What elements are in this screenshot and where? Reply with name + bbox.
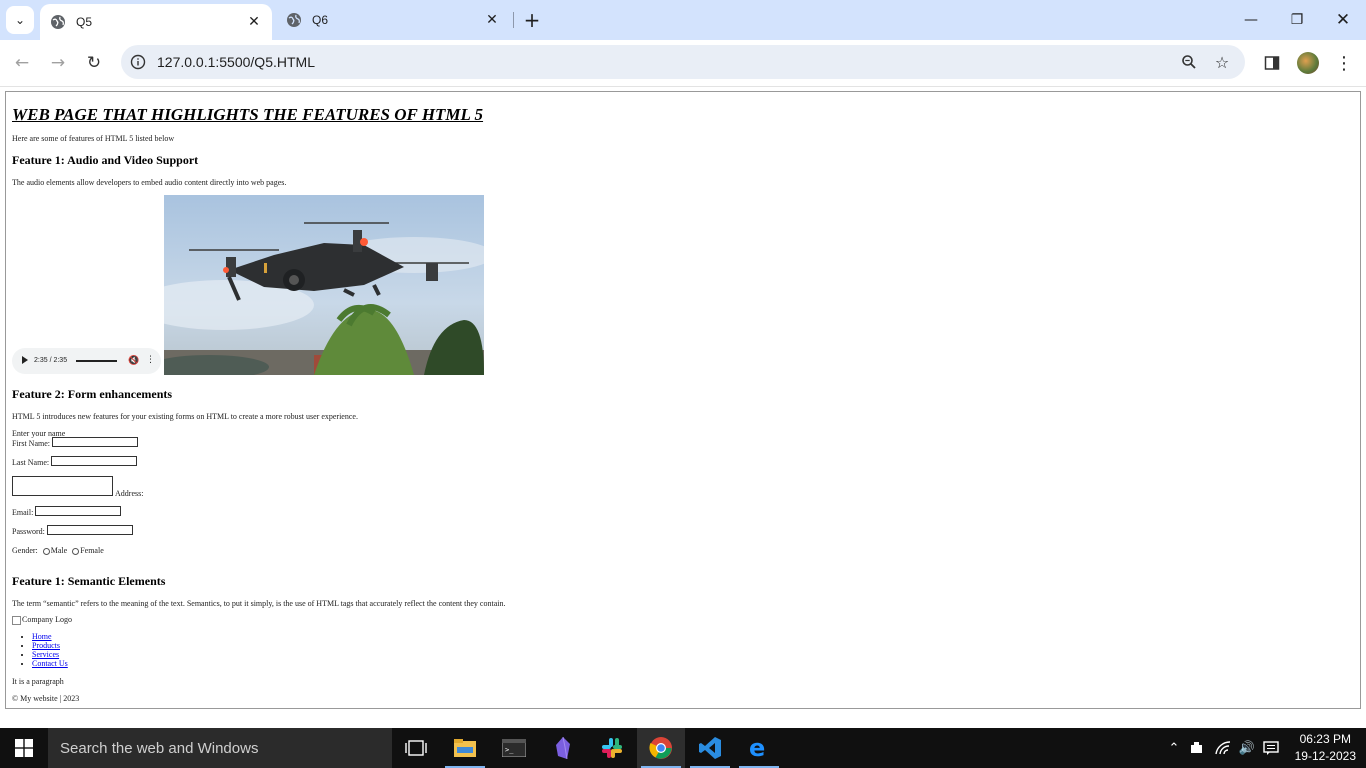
tab-separator (513, 12, 514, 28)
nav-link-contact[interactable]: Contact Us (32, 659, 68, 668)
volume-icon[interactable]: 🔊 (1236, 728, 1258, 768)
show-hidden-icons-icon[interactable]: ⌃ (1164, 728, 1184, 768)
more-options-icon[interactable]: ⋮ (146, 355, 155, 365)
play-icon[interactable] (22, 356, 28, 364)
feature1-text: The audio elements allow developers to e… (12, 178, 287, 187)
female-label: Female (80, 546, 104, 555)
gender-label: Gender: (12, 546, 38, 555)
address-textarea[interactable] (12, 476, 113, 496)
logo-alt-text: Company Logo (22, 615, 72, 624)
audio-progress-slider[interactable] (76, 360, 117, 362)
taskbar-search[interactable]: Search the web and Windows (48, 728, 392, 768)
terminal-icon[interactable]: >_ (490, 728, 538, 768)
battery-icon[interactable] (1186, 728, 1208, 768)
clock[interactable]: 06:23 PM 19-12-2023 (1295, 731, 1356, 765)
feature2-text: HTML 5 introduces new features for your … (12, 412, 358, 421)
globe-icon (51, 15, 65, 29)
list-item: Contact Us (32, 659, 68, 668)
browser-toolbar: ← → ↻ 127.0.0.1:5500/Q5.HTML ☆ ⋮ (0, 40, 1366, 87)
minimize-button[interactable]: — (1228, 0, 1274, 40)
zoom-icon[interactable] (1179, 52, 1199, 72)
nav-link-home[interactable]: Home (32, 632, 52, 641)
company-logo: Company Logo (12, 615, 72, 625)
chevron-down-icon: ⌄ (14, 13, 26, 27)
slack-icon[interactable] (588, 728, 636, 768)
gender-row: Gender: Male Female (12, 546, 104, 555)
obsidian-icon[interactable] (539, 728, 587, 768)
list-item: Home (32, 632, 68, 641)
password-input[interactable] (47, 525, 133, 535)
tab-strip: ⌄ Q5 ✕ Q6 ✕ + — ❐ ✕ (0, 0, 1366, 40)
footer-text: © My website | 2023 (12, 694, 80, 703)
clock-date: 19-12-2023 (1294, 749, 1356, 763)
first-name-label: First Name: (12, 439, 50, 448)
reload-button[interactable]: ↻ (78, 47, 110, 79)
feature2-heading: Feature 2: Form enhancements (12, 387, 173, 401)
male-radio[interactable] (42, 547, 50, 555)
windows-icon (15, 739, 33, 757)
nav-list: Home Products Services Contact Us (12, 632, 68, 668)
task-view-icon[interactable] (392, 728, 440, 768)
male-label: Male (50, 546, 68, 555)
page-title: WEB PAGE THAT HIGHLIGHTS THE FEATURES OF… (12, 105, 484, 124)
first-name-input[interactable] (52, 437, 138, 447)
tab-title: Q6 (312, 13, 329, 27)
nav-link-services[interactable]: Services (32, 650, 59, 659)
last-name-label: Last Name: (12, 458, 50, 467)
last-name-input[interactable] (51, 456, 137, 466)
tab-search-button[interactable]: ⌄ (6, 6, 34, 34)
svg-text:e: e (749, 737, 765, 759)
mute-icon[interactable]: 🔇 (128, 356, 139, 366)
feature3-heading: Feature 1: Semantic Elements (12, 574, 166, 588)
forward-button[interactable]: → (42, 47, 74, 79)
notifications-icon[interactable] (1260, 728, 1282, 768)
svg-text:>_: >_ (505, 746, 514, 754)
tab-q6[interactable]: Q6 ✕ (276, 0, 510, 40)
address-bar[interactable]: 127.0.0.1:5500/Q5.HTML ☆ (121, 45, 1245, 79)
paragraph-text: It is a paragraph (12, 677, 64, 686)
url-text[interactable]: 127.0.0.1:5500/Q5.HTML (157, 54, 315, 70)
audio-player[interactable]: 2:35 / 2:35 🔇 ⋮ (12, 348, 161, 374)
address-label: Address: (115, 489, 144, 498)
wifi-icon[interactable] (1212, 728, 1234, 768)
feature1-heading: Feature 1: Audio and Video Support (12, 153, 199, 167)
email-label: Email: (12, 508, 34, 517)
close-icon[interactable]: ✕ (244, 12, 264, 32)
drone-image (164, 195, 484, 375)
list-item: Services (32, 650, 68, 659)
email-input[interactable] (35, 506, 121, 516)
audio-time: 2:35 / 2:35 (34, 357, 68, 364)
globe-icon (287, 13, 301, 27)
profile-avatar[interactable] (1293, 48, 1323, 78)
edge-icon[interactable]: e (735, 728, 783, 768)
avatar (1297, 52, 1319, 74)
tab-title: Q5 (76, 15, 93, 29)
close-icon[interactable]: ✕ (482, 10, 502, 30)
page-viewport: WEB PAGE THAT HIGHLIGHTS THE FEATURES OF… (0, 87, 1366, 728)
start-button[interactable] (0, 728, 48, 768)
back-button[interactable]: ← (6, 47, 38, 79)
intro-text: Here are some of features of HTML 5 list… (12, 134, 175, 143)
vscode-icon[interactable] (686, 728, 734, 768)
close-window-button[interactable]: ✕ (1320, 0, 1366, 40)
star-icon[interactable]: ☆ (1212, 52, 1232, 72)
side-panel-icon[interactable] (1257, 48, 1287, 78)
broken-image-icon (12, 615, 21, 625)
nav-link-products[interactable]: Products (32, 641, 60, 650)
taskbar: Search the web and Windows >_ e ⌃ 🔊 06:2… (0, 728, 1366, 768)
file-explorer-icon[interactable] (441, 728, 489, 768)
info-icon[interactable] (129, 53, 147, 71)
clock-time: 06:23 PM (1299, 732, 1351, 746)
menu-icon[interactable]: ⋮ (1329, 48, 1359, 78)
tab-q5[interactable]: Q5 ✕ (40, 4, 272, 40)
female-radio[interactable] (72, 547, 80, 555)
new-tab-button[interactable]: + (520, 8, 544, 32)
feature3-text: The term “semantic” refers to the meanin… (12, 599, 506, 608)
list-item: Products (32, 641, 68, 650)
search-placeholder: Search the web and Windows (60, 739, 259, 757)
chrome-icon[interactable] (637, 728, 685, 768)
restore-button[interactable]: ❐ (1274, 0, 1320, 40)
password-label: Password: (12, 527, 45, 536)
